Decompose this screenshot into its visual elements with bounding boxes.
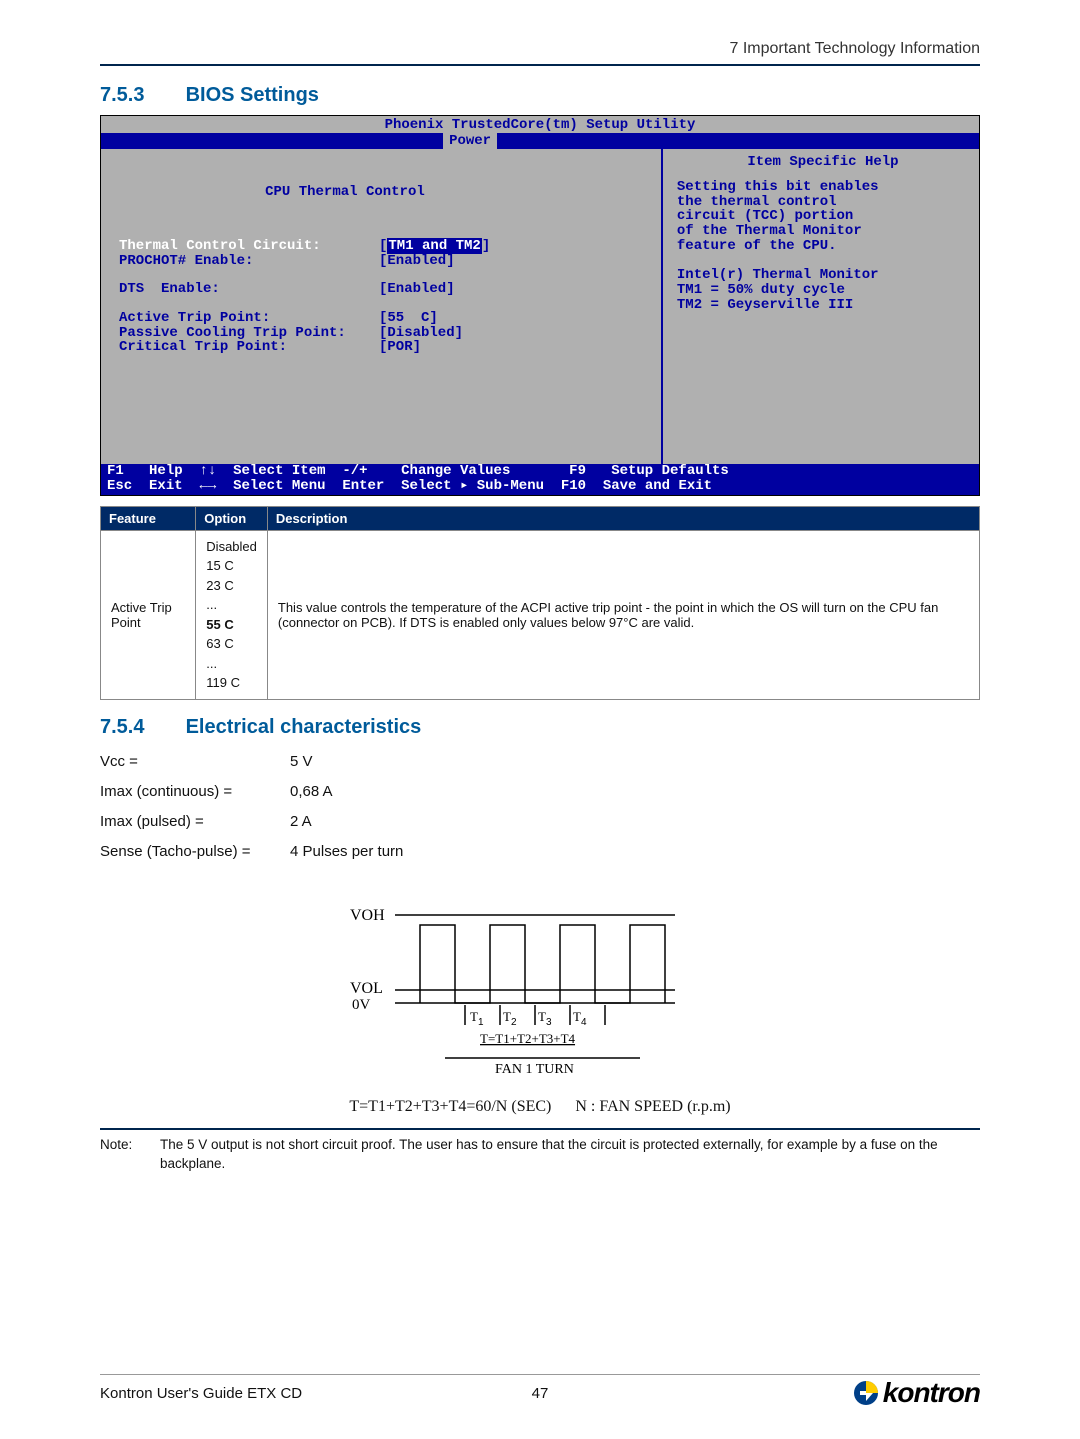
elec-row: Imax (pulsed) =2 A: [100, 807, 980, 837]
elec-key: Imax (pulsed) =: [100, 807, 290, 837]
t-equation: T=T1+T2+T3+T4=60/N (SEC): [349, 1098, 551, 1115]
option-value: 55 C: [206, 615, 257, 635]
option-value: 23 C: [206, 576, 257, 596]
n-definition: N : FAN SPEED (r.p.m): [575, 1098, 730, 1115]
bios-help-line: TM2 = Geyserville III: [677, 298, 969, 313]
bios-footer: F1 Help ↑↓ Select Item -/+ Change Values…: [101, 464, 979, 494]
feature-cell: Active Trip Point: [101, 530, 196, 699]
section-number: 7.5.3: [100, 84, 180, 107]
svg-text:T: T: [470, 1009, 478, 1024]
bios-setting-label: PROCHOT# Enable:: [119, 254, 379, 269]
elec-value: 2 A: [290, 807, 312, 837]
bios-setting-value[interactable]: [55 C]: [379, 311, 438, 326]
svg-text:T: T: [538, 1009, 546, 1024]
bios-help-line: [677, 254, 969, 269]
bios-setting-value[interactable]: [Enabled]: [379, 282, 455, 297]
waveform-svg: VOH VOL 0V T1 T2 T3 T4 T=T1+T2+T3+T4 FAN…: [280, 885, 800, 1095]
bios-setting-row[interactable]: Active Trip Point:[55 C]: [119, 311, 651, 326]
bios-help-line: Setting this bit enables: [677, 180, 969, 195]
elec-value: 5 V: [290, 747, 313, 777]
bios-setting-label: Critical Trip Point:: [119, 340, 379, 355]
bios-setting-row[interactable]: Thermal Control Circuit:[TM1 and TM2]: [119, 239, 651, 254]
bios-tab-bar: Power: [101, 133, 979, 150]
col-feature: Feature: [101, 506, 196, 530]
bios-setting-label: Thermal Control Circuit:: [119, 239, 379, 254]
elec-row: Sense (Tacho-pulse) =4 Pulses per turn: [100, 837, 980, 867]
elec-key: Imax (continuous) =: [100, 777, 290, 807]
bios-setting-row[interactable]: Passive Cooling Trip Point:[Disabled]: [119, 326, 651, 341]
option-value: ...: [206, 595, 257, 615]
elec-value: 4 Pulses per turn: [290, 837, 403, 867]
elec-row: Imax (continuous) =0,68 A: [100, 777, 980, 807]
col-option: Option: [196, 506, 268, 530]
section-heading-bios: 7.5.3 BIOS Settings: [100, 84, 980, 107]
bios-help-line: the thermal control: [677, 195, 969, 210]
page-footer: Kontron User's Guide ETX CD 47 kontron: [100, 1374, 980, 1409]
bios-left-heading: CPU Thermal Control: [119, 185, 651, 200]
bios-screenshot: Phoenix TrustedCore(tm) Setup Utility Po…: [100, 115, 980, 496]
bios-setting-value[interactable]: [Disabled]: [379, 326, 463, 341]
option-value: 119 C: [206, 673, 257, 693]
elec-row: Vcc =5 V: [100, 747, 980, 777]
bios-help-line: of the Thermal Monitor: [677, 224, 969, 239]
note-text: The 5 V output is not short circuit proo…: [160, 1136, 980, 1174]
svg-text:3: 3: [546, 1017, 552, 1028]
svg-text:T: T: [573, 1009, 581, 1024]
option-value: 15 C: [206, 556, 257, 576]
note-block: Note: The 5 V output is not short circui…: [100, 1128, 980, 1174]
note-label: Note:: [100, 1136, 160, 1174]
t-eq-inner: T=T1+T2+T3+T4: [480, 1031, 576, 1046]
bios-setting-row[interactable]: Critical Trip Point:[POR]: [119, 340, 651, 355]
label-voh: VOH: [350, 907, 385, 924]
desc-cell: This value controls the temperature of t…: [267, 530, 979, 699]
option-value: ...: [206, 654, 257, 674]
bios-setting-label: DTS Enable:: [119, 282, 379, 297]
bios-right-heading: Item Specific Help: [677, 155, 969, 170]
fan-turn: FAN 1 TURN: [495, 1062, 574, 1077]
bios-help-line: TM1 = 50% duty cycle: [677, 283, 969, 298]
bios-tab-power[interactable]: Power: [443, 133, 497, 149]
svg-text:T: T: [503, 1009, 511, 1024]
bios-setting-value[interactable]: [TM1 and TM2]: [379, 239, 490, 254]
section-number: 7.5.4: [100, 716, 180, 739]
bios-help-line: Intel(r) Thermal Monitor: [677, 268, 969, 283]
svg-text:4: 4: [581, 1017, 587, 1028]
label-0v: 0V: [352, 997, 371, 1013]
bios-title: Phoenix TrustedCore(tm) Setup Utility: [101, 116, 979, 133]
label-vol: VOL: [350, 980, 383, 997]
footer-left: Kontron User's Guide ETX CD: [100, 1385, 302, 1402]
kontron-word: kontron: [883, 1377, 980, 1409]
section-title: Electrical characteristics: [186, 716, 422, 738]
option-table: Feature Option Description Active Trip P…: [100, 506, 980, 700]
bios-help-line: feature of the CPU.: [677, 239, 969, 254]
bios-setting-value[interactable]: [POR]: [379, 340, 421, 355]
bios-setting-row[interactable]: DTS Enable:[Enabled]: [119, 282, 651, 297]
bios-setting-label: Passive Cooling Trip Point:: [119, 326, 379, 341]
chapter-header: 7 Important Technology Information: [100, 40, 980, 66]
waveform-figure: VOH VOL 0V T1 T2 T3 T4 T=T1+T2+T3+T4 FAN…: [100, 885, 980, 1116]
footer-page: 47: [532, 1385, 549, 1402]
option-value: 63 C: [206, 634, 257, 654]
option-value: Disabled: [206, 537, 257, 557]
elec-key: Sense (Tacho-pulse) =: [100, 837, 290, 867]
bios-setting-label: Active Trip Point:: [119, 311, 379, 326]
bios-setting-value[interactable]: [Enabled]: [379, 254, 455, 269]
kontron-logo: kontron: [853, 1377, 980, 1409]
electrical-list: Vcc =5 VImax (continuous) =0,68 AImax (p…: [100, 747, 980, 867]
svg-text:1: 1: [478, 1017, 484, 1028]
section-title: BIOS Settings: [186, 84, 319, 106]
section-heading-elec: 7.5.4 Electrical characteristics: [100, 716, 980, 739]
bios-help-pane: Item Specific Help Setting this bit enab…: [663, 149, 979, 464]
elec-key: Vcc =: [100, 747, 290, 777]
bios-setting-row[interactable]: PROCHOT# Enable:[Enabled]: [119, 254, 651, 269]
svg-text:2: 2: [511, 1017, 517, 1028]
bios-left-pane: CPU Thermal Control Thermal Control Circ…: [101, 149, 663, 464]
options-cell: Disabled15 C23 C...55 C63 C...119 C: [196, 530, 268, 699]
col-desc: Description: [267, 506, 979, 530]
elec-value: 0,68 A: [290, 777, 333, 807]
kontron-mark-icon: [853, 1380, 879, 1406]
bios-help-line: circuit (TCC) portion: [677, 209, 969, 224]
